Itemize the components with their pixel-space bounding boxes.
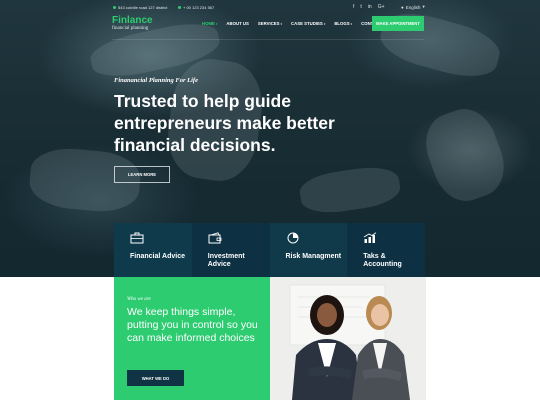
- nav-label: CASE STUDIES: [291, 21, 323, 26]
- nav-item-blogs[interactable]: BLOGS ▾: [334, 21, 352, 26]
- nav-label: BLOGS: [334, 21, 350, 26]
- wallet-icon: [208, 232, 222, 244]
- bar-chart-icon: [364, 232, 377, 243]
- learn-more-button[interactable]: LEARN MORE: [114, 166, 170, 183]
- hero-title: Trusted to help guide entrepreneurs make…: [114, 91, 335, 155]
- service-card-tax-accounting[interactable]: Taks & Accounting: [347, 223, 425, 277]
- nav-item-case-studies[interactable]: CASE STUDIES ▾: [291, 21, 325, 26]
- top-info-bar: 543 colville road 127 district + 00 123 …: [0, 0, 540, 14]
- chevron-down-icon: ▾: [323, 21, 326, 26]
- about-label: Who we are: [127, 297, 151, 302]
- phone-icon: [178, 6, 181, 9]
- team-illustration: [270, 277, 426, 400]
- service-card-risk-management[interactable]: Risk Managment: [269, 223, 348, 277]
- nav-label: ABOUT US: [226, 21, 249, 26]
- address-text: 543 colville road 127 district: [118, 5, 168, 10]
- brand-logo[interactable]: Finlance financial planning: [112, 16, 153, 32]
- language-selector[interactable]: ● English ▾: [401, 4, 425, 10]
- facebook-icon[interactable]: f: [353, 4, 354, 10]
- service-label: Taks & Accounting: [363, 253, 402, 268]
- chevron-down-icon: ▾: [422, 4, 425, 9]
- about-panel: Who we are We keep things simple, puttin…: [114, 277, 270, 400]
- hero-subtitle: Finanancial Planning For Life: [114, 77, 198, 84]
- what-we-do-button[interactable]: WHAT WE DO: [127, 370, 184, 386]
- main-nav: HOME ▾ ABOUT US SERVICES ▾ CASE STUDIES …: [202, 21, 382, 26]
- language-label: English: [405, 4, 421, 10]
- google-plus-icon[interactable]: G+: [378, 4, 385, 10]
- about-copy: We keep things simple, putting you in co…: [127, 306, 258, 344]
- nav-divider: [112, 39, 424, 40]
- service-card-investment-advice[interactable]: Investment Advice: [191, 223, 270, 277]
- services-strip: Financial Advice Investment Advice Risk …: [114, 223, 425, 277]
- service-label: Risk Managment: [285, 253, 342, 260]
- phone-info: + 00 123 234 567: [178, 5, 214, 10]
- chevron-down-icon: ▾: [280, 21, 283, 26]
- brand-tagline: financial planning: [112, 26, 149, 31]
- make-appointment-button[interactable]: MAKE APPOINTMENT: [372, 16, 424, 31]
- pie-chart-icon: [287, 232, 298, 244]
- location-icon: [113, 6, 116, 9]
- linkedin-icon[interactable]: in: [368, 4, 372, 10]
- team-photo: [270, 277, 426, 400]
- nav-label: HOME: [202, 21, 215, 26]
- social-links: f t in G+: [353, 4, 385, 10]
- service-label: Financial Advice: [130, 253, 185, 260]
- address-info: 543 colville road 127 district: [113, 5, 167, 10]
- service-label: Investment Advice: [207, 253, 245, 268]
- phone-text: + 00 123 234 567: [183, 5, 215, 10]
- briefcase-icon: [130, 232, 144, 244]
- nav-item-home[interactable]: HOME ▾: [202, 21, 217, 26]
- nav-item-about[interactable]: ABOUT US: [226, 21, 248, 26]
- globe-icon: ●: [401, 4, 404, 10]
- twitter-icon[interactable]: t: [360, 4, 361, 10]
- chevron-down-icon: ▾: [215, 21, 218, 26]
- service-card-financial-advice[interactable]: Financial Advice: [114, 223, 192, 277]
- nav-item-services[interactable]: SERVICES ▾: [258, 21, 282, 26]
- nav-label: SERVICES: [257, 21, 280, 26]
- brand-name: Finlance: [112, 15, 153, 26]
- chevron-down-icon: ▾: [350, 21, 353, 26]
